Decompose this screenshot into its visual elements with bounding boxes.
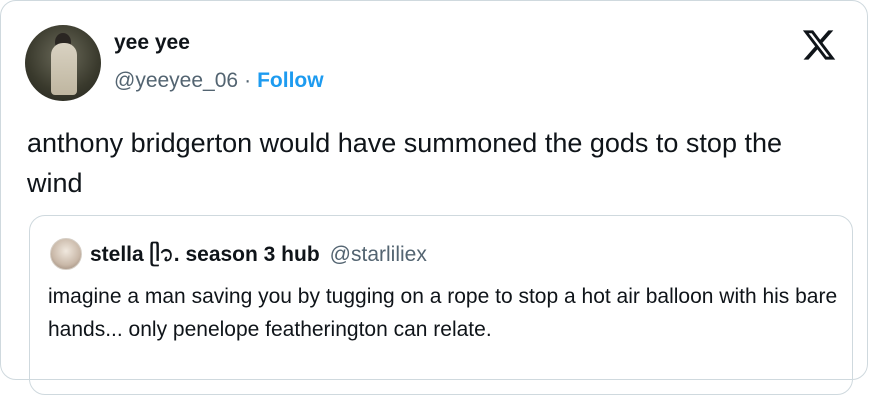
follow-button[interactable]: Follow — [257, 69, 324, 93]
author-handle[interactable]: @yeeyee_06 — [114, 69, 238, 93]
avatar-figure-shape — [51, 43, 77, 95]
separator-dot: · — [244, 69, 252, 92]
quoted-tweet-header: stella ᥫ᭡. season 3 hub @starliliex — [90, 240, 427, 277]
quoted-tweet[interactable]: stella ᥫ᭡. season 3 hub @starliliex imag… — [29, 215, 853, 395]
quoted-tweet-text: imagine a man saving you by tugging on a… — [48, 285, 838, 341]
author-avatar[interactable] — [25, 25, 101, 101]
quoted-author-handle[interactable]: @starliliex — [330, 243, 427, 267]
quoted-author-display-name[interactable]: stella ᥫ᭡. season 3 hub — [90, 240, 320, 277]
author-display-name[interactable]: yee yee — [114, 31, 190, 55]
quoted-author-avatar[interactable] — [50, 238, 82, 270]
tweet-card: yee yee @yeeyee_06 · Follow anthony brid… — [0, 0, 868, 395]
tweet-text: anthony bridgerton would have summoned t… — [27, 128, 782, 198]
x-logo-icon[interactable] — [801, 27, 837, 63]
author-handle-row: @yeeyee_06 · Follow — [114, 69, 324, 93]
